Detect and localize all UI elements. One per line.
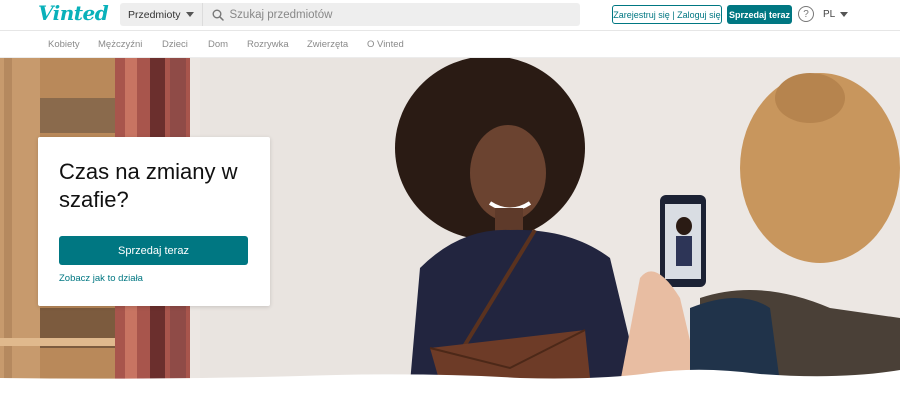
language-label: PL	[823, 9, 836, 20]
search-icon	[211, 8, 225, 22]
language-select[interactable]: PL	[823, 9, 849, 20]
question-circle-icon[interactable]: ?	[798, 6, 814, 22]
nav-item-rozrywka[interactable]: Rozrywka	[247, 39, 289, 50]
signup-login-button[interactable]: Zarejestruj się | Zaloguj się	[612, 5, 722, 24]
hero-title: Czas na zmiany w szafie?	[59, 159, 238, 212]
nav-item-dom[interactable]: Dom	[208, 39, 228, 50]
page-content-area	[0, 383, 900, 401]
nav-item-dzieci[interactable]: Dzieci	[162, 39, 188, 50]
chevron-down-icon	[185, 12, 194, 17]
nav-item-zwierzeta[interactable]: Zwierzęta	[307, 39, 348, 50]
nav-item-mezczyzni[interactable]: Mężczyźni	[98, 39, 142, 50]
help-glyph: ?	[803, 8, 809, 20]
search-input[interactable]	[229, 8, 570, 21]
category-select[interactable]: Przedmioty	[120, 3, 203, 26]
category-select-label: Przedmioty	[128, 8, 181, 21]
vinted-logo[interactable]: Vinted	[38, 1, 109, 25]
how-it-works-link[interactable]: Zobacz jak to działa	[59, 273, 143, 284]
nav-item-kobiety[interactable]: Kobiety	[48, 39, 80, 50]
top-header: Vinted Przedmioty Zarejestruj się | Zalo…	[0, 0, 900, 31]
hero-sell-now-button[interactable]: Sprzedaj teraz	[59, 236, 248, 265]
chevron-down-icon	[840, 12, 849, 17]
nav-item-o-vinted[interactable]: O Vinted	[367, 39, 404, 50]
category-nav: Kobiety Mężczyźni Dzieci Dom Rozrywka Zw…	[0, 31, 900, 58]
hero-card: Czas na zmiany w szafie? Sprzedaj teraz …	[38, 137, 270, 306]
sell-now-button[interactable]: Sprzedaj teraz	[727, 5, 792, 24]
search-bar: Przedmioty	[120, 3, 580, 26]
